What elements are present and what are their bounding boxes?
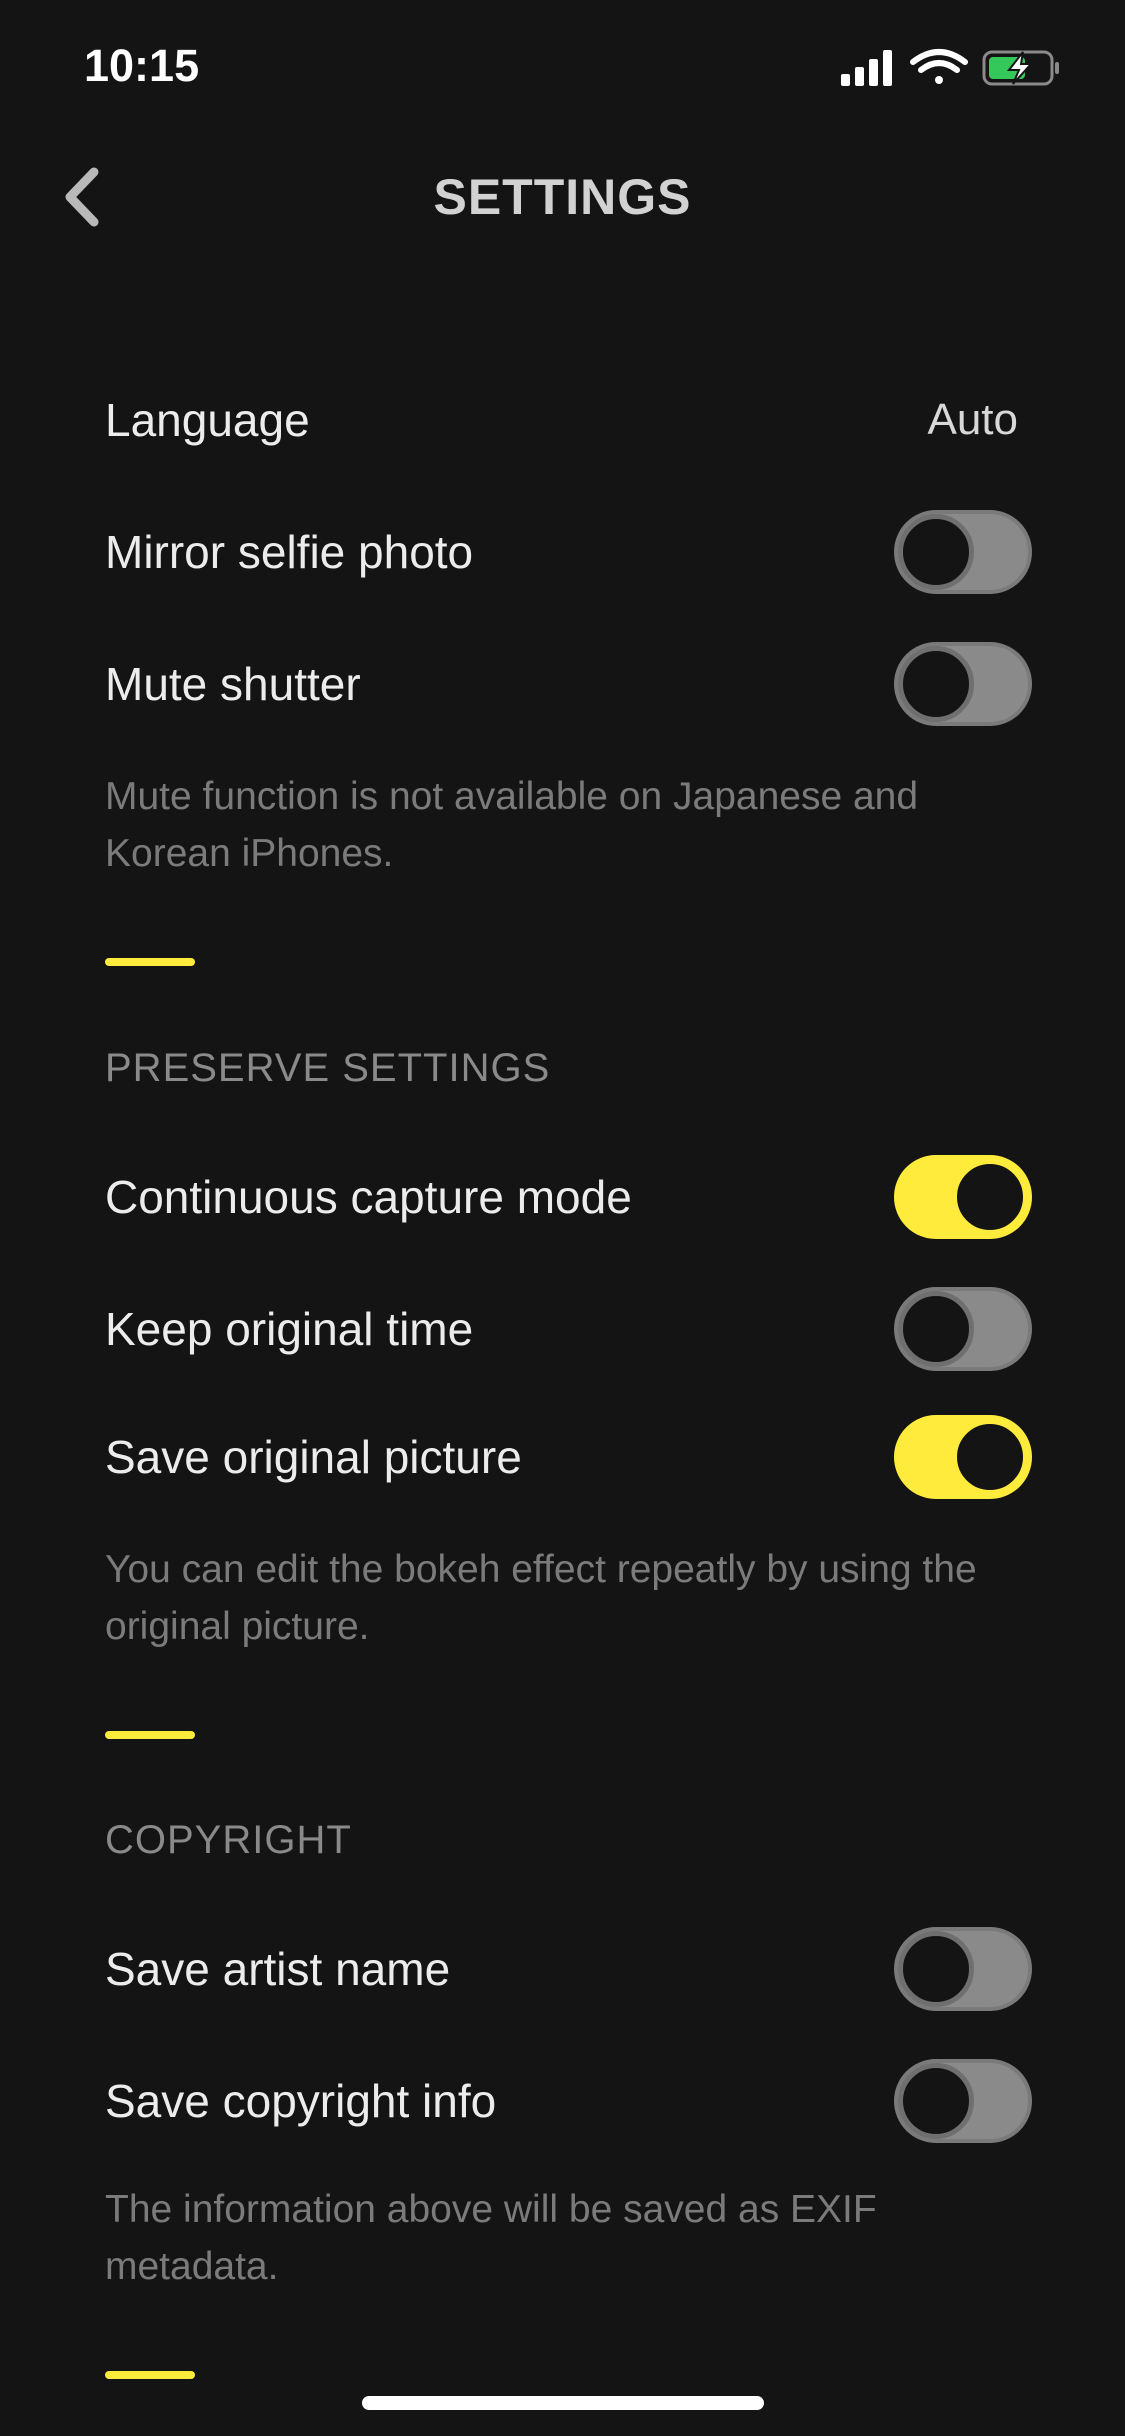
save-original-picture-label: Save original picture: [105, 1431, 522, 1483]
toggle-knob: [898, 514, 974, 590]
save-artist-name-toggle[interactable]: [894, 1927, 1032, 2011]
save-copyright-info-row: Save copyright info: [105, 2035, 1032, 2167]
section-divider: [105, 2371, 195, 2379]
mirror-selfie-row: Mirror selfie photo: [105, 486, 1032, 618]
save-copyright-info-label: Save copyright info: [105, 2075, 497, 2127]
toggle-knob: [952, 1419, 1028, 1495]
save-artist-name-label: Save artist name: [105, 1943, 451, 1995]
nav-bar: SETTINGS: [0, 140, 1125, 250]
language-label: Language: [105, 394, 310, 446]
status-bar: 10:15: [0, 0, 1125, 135]
status-icons: [841, 49, 1059, 86]
preserve-settings-header: PRESERVE SETTINGS: [105, 1046, 551, 1090]
save-copyright-info-toggle[interactable]: [894, 2059, 1032, 2143]
mute-shutter-toggle[interactable]: [894, 642, 1032, 726]
save-artist-name-row: Save artist name: [105, 1903, 1032, 2035]
keep-original-time-row: Keep original time: [105, 1263, 1032, 1395]
toggle-knob: [898, 646, 974, 722]
wifi-icon: [910, 49, 968, 84]
continuous-capture-toggle[interactable]: [894, 1155, 1032, 1239]
toggle-knob: [898, 1291, 974, 1367]
continuous-capture-label: Continuous capture mode: [105, 1171, 632, 1223]
keep-original-time-toggle[interactable]: [894, 1287, 1032, 1371]
toggle-knob: [898, 2063, 974, 2139]
mute-shutter-row: Mute shutter: [105, 618, 1032, 750]
save-original-picture-row: Save original picture: [105, 1391, 1032, 1523]
home-indicator[interactable]: [362, 2396, 764, 2410]
keep-original-time-label: Keep original time: [105, 1303, 474, 1355]
toggle-knob: [898, 1931, 974, 2007]
mute-note: Mute function is not available on Japane…: [105, 775, 919, 875]
language-row[interactable]: Language Auto: [105, 354, 1032, 486]
save-original-picture-toggle[interactable]: [894, 1415, 1032, 1499]
page-title: SETTINGS: [433, 169, 692, 225]
status-time: 10:15: [84, 40, 200, 91]
mirror-selfie-toggle[interactable]: [894, 510, 1032, 594]
mirror-selfie-label: Mirror selfie photo: [105, 526, 474, 578]
section-divider: [105, 958, 195, 966]
battery-charging-icon: [982, 50, 1059, 86]
toggle-knob: [952, 1159, 1028, 1235]
bokeh-note: You can edit the bokeh effect repeatly b…: [105, 1548, 977, 1648]
section-divider: [105, 1731, 195, 1739]
exif-note: The information above will be saved as E…: [105, 2188, 877, 2288]
cellular-signal-icon: [841, 50, 892, 86]
copyright-header: COPYRIGHT: [105, 1818, 352, 1862]
mute-shutter-label: Mute shutter: [105, 658, 361, 710]
language-value[interactable]: Auto: [927, 395, 1018, 445]
continuous-capture-row: Continuous capture mode: [105, 1131, 1032, 1263]
